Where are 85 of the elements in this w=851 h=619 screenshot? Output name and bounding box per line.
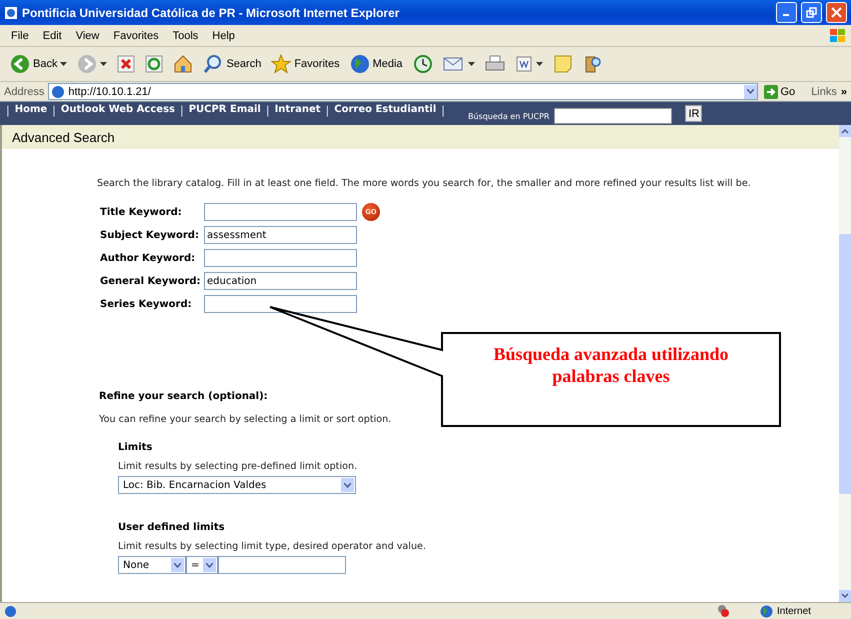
caret-icon: [60, 62, 68, 66]
close-icon: [831, 7, 842, 18]
menu-item[interactable]: Tools: [166, 30, 206, 42]
caret-icon: [536, 62, 543, 66]
field-label: General Keyword:: [100, 276, 202, 286]
limits-select[interactable]: Loc: Bib. Encarnacion Valdes: [118, 476, 356, 494]
globe-icon: [350, 54, 370, 74]
section-heading: Limits: [118, 442, 154, 453]
keyword-field[interactable]: [204, 249, 357, 267]
close-button[interactable]: [826, 2, 847, 23]
separator-text: |: [441, 104, 445, 117]
keyword-field[interactable]: assessment: [204, 226, 357, 244]
scroll-up-icon[interactable]: [839, 125, 851, 137]
caret-icon: [100, 62, 108, 66]
toolbar-button[interactable]: Back: [8, 52, 70, 76]
book-icon: [582, 54, 603, 74]
intro-text: Search the library catalog. Fill in at least one field. The more words you search for, the smaller and more refined your results list will be.: [97, 178, 752, 189]
restore-button[interactable]: [801, 2, 822, 23]
site-search-button[interactable]: IR: [685, 105, 702, 122]
callout-text: Búsqueda avanzada utilizando palabras claves: [492, 344, 730, 388]
windows-logo-icon: [829, 28, 847, 44]
toolbar-button[interactable]: Favorites: [269, 52, 342, 76]
go-button[interactable]: Go: [762, 82, 798, 100]
menu-item[interactable]: View: [68, 30, 106, 42]
zone-label: Internet: [777, 606, 812, 616]
menu-item[interactable]: File: [4, 30, 36, 42]
operator-select[interactable]: =: [186, 556, 218, 574]
nav-link[interactable]: Correo Estudiantil: [334, 104, 436, 115]
menu-item[interactable]: Favorites: [106, 30, 166, 42]
envelope-icon: [442, 55, 465, 73]
address-field[interactable]: http://10.10.1.21/: [48, 83, 758, 100]
restore-icon: [806, 7, 817, 18]
site-search-label: Búsqueda en PUCPR: [468, 112, 550, 121]
limit-type-select[interactable]: None: [118, 556, 186, 574]
printer-icon: [484, 55, 505, 73]
nav-link[interactable]: Outlook Web Access: [60, 104, 175, 115]
section-heading: Refine your search (optional):: [99, 391, 269, 402]
chevron-text[interactable]: »: [840, 86, 847, 98]
keyword-field[interactable]: [204, 203, 357, 221]
site-search-field[interactable]: [554, 108, 672, 124]
nav-link[interactable]: PUCPR Email: [188, 104, 261, 115]
section-text: Limit results by selecting pre-defined limit option.: [118, 461, 358, 472]
separator-text: |: [326, 104, 330, 117]
value-field[interactable]: [218, 556, 346, 574]
scroll-thumb[interactable]: [839, 234, 851, 494]
separator-text: |: [6, 104, 10, 117]
star-icon: [271, 54, 292, 74]
address-label: Address: [4, 86, 44, 98]
separator-text: |: [266, 104, 270, 117]
scroll-down-icon[interactable]: [839, 590, 851, 602]
nav-link[interactable]: Intranet: [274, 104, 321, 115]
keyword-field[interactable]: education: [204, 272, 357, 290]
field-label: Subject Keyword:: [100, 230, 200, 240]
field-label: Series Keyword:: [100, 298, 193, 310]
search-icon: [203, 54, 224, 74]
refresh-button[interactable]: [143, 53, 166, 75]
links-label[interactable]: Links: [811, 86, 837, 98]
minimize-button[interactable]: [776, 2, 797, 23]
section-text: Limit results by selecting limit type, desired operator and value.: [118, 541, 428, 552]
refresh-icon: [145, 55, 164, 73]
section-text: You can refine your search by selecting a limit or sort option.: [99, 414, 392, 425]
toolbar-button[interactable]: Media: [348, 52, 405, 76]
menu-item[interactable]: Help: [205, 30, 242, 42]
page-title: Advanced Search: [2, 125, 839, 149]
arrow-icon: [764, 84, 778, 98]
window-title: Pontificia Universidad Católica de PR - Microsoft Internet Explorer: [22, 6, 400, 20]
keyword-field[interactable]: [204, 295, 357, 313]
clock-icon: [412, 54, 433, 74]
field-label: Title Keyword:: [100, 206, 183, 218]
stop-icon: [117, 55, 136, 73]
separator-text: |: [180, 104, 184, 117]
stop-button[interactable]: [115, 53, 138, 75]
globe-icon: [760, 604, 773, 618]
home-icon: [173, 54, 194, 74]
blocked-icon: [716, 604, 730, 618]
separator-text: |: [52, 104, 56, 117]
document-icon: [514, 55, 533, 73]
field-label: Author Keyword:: [100, 252, 196, 264]
section-heading: User defined limits: [118, 522, 226, 533]
note-icon: [552, 54, 573, 74]
nav-link[interactable]: Home: [14, 104, 48, 115]
browser-icon: [4, 6, 18, 20]
caret-icon: [468, 62, 475, 66]
toolbar-button[interactable]: Search: [201, 52, 264, 76]
menu-item[interactable]: Edit: [36, 30, 69, 42]
